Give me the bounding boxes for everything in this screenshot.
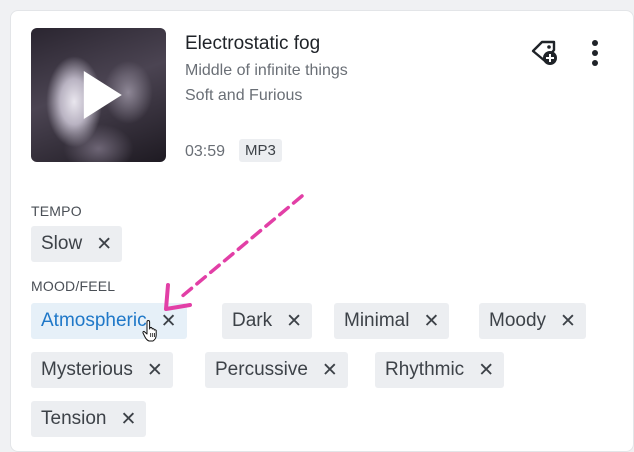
tag-chip-dark: Dark ✕ (222, 303, 313, 339)
close-icon[interactable]: ✕ (478, 359, 494, 382)
tag-label: Slow (41, 233, 83, 254)
tag-chip-rhythmic: Rhythmic ✕ (375, 352, 505, 388)
tag-label: Percussive (215, 359, 308, 380)
track-duration: 03:59 (185, 143, 226, 160)
tag-chip-minimal: Minimal ✕ (334, 303, 450, 339)
tag-chip-mysterious: Mysterious ✕ (31, 352, 173, 388)
format-badge: MP3 (239, 139, 282, 162)
track-album[interactable]: Middle of infinite things (185, 62, 348, 80)
close-icon[interactable]: ✕ (147, 359, 163, 382)
close-icon[interactable]: ✕ (121, 408, 137, 431)
tag-chip-tension: Tension ✕ (31, 401, 147, 437)
track-thumbnail[interactable] (31, 28, 166, 162)
close-icon[interactable]: ✕ (96, 233, 112, 256)
play-icon[interactable] (83, 71, 122, 119)
track-card: Electrostatic fog Middle of infinite thi… (10, 10, 634, 452)
tag-label: Minimal (344, 310, 410, 331)
tag-label: Dark (232, 310, 273, 331)
close-icon[interactable]: ✕ (161, 310, 177, 333)
close-icon[interactable]: ✕ (423, 310, 439, 333)
tag-chip-slow: Slow ✕ (31, 226, 123, 262)
tag-label: Tension (41, 408, 107, 429)
close-icon[interactable]: ✕ (322, 359, 338, 382)
close-icon[interactable]: ✕ (560, 310, 576, 333)
mood-section-label: MOOD/FEEL (31, 278, 116, 294)
tag-add-icon[interactable] (529, 37, 559, 67)
hand-pointer-icon (142, 320, 157, 342)
tag-label: Rhythmic (385, 359, 465, 380)
tag-chip-moody: Moody ✕ (479, 303, 586, 339)
track-title[interactable]: Electrostatic fog (185, 33, 320, 55)
track-artist[interactable]: Soft and Furious (185, 87, 302, 105)
tempo-section-label: TEMPO (31, 203, 82, 219)
more-vertical-icon[interactable] (589, 39, 601, 67)
tag-label: Mysterious (41, 359, 133, 380)
tag-label: Moody (489, 310, 547, 331)
tag-label[interactable]: Atmospheric (41, 310, 147, 332)
close-icon[interactable]: ✕ (286, 310, 302, 333)
tag-chip-atmospheric: Atmospheric ✕ (31, 303, 187, 339)
tag-chip-percussive: Percussive ✕ (205, 352, 348, 388)
